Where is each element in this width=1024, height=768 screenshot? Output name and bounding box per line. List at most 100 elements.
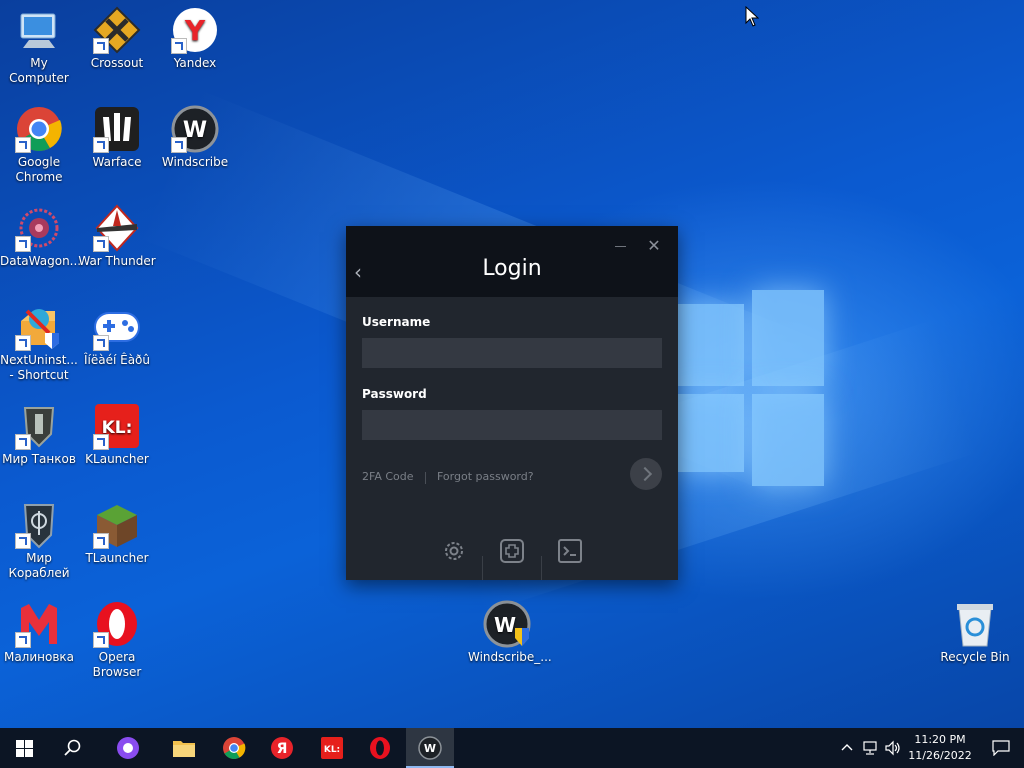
desktop-icon-war-thunder[interactable]: War Thunder [78,198,156,269]
alice-assistant-icon [117,737,139,759]
desktop-icon-label: Warface [92,155,142,169]
mouse-cursor-icon [745,6,759,27]
action-center-button[interactable] [978,728,1024,768]
network-icon [863,741,877,755]
folder-icon [173,741,195,757]
desktop-icon-label: Îíëàéí Êàðû [83,353,151,367]
shortcut-arrow-icon [93,533,109,549]
windows-logo-wallpaper [678,290,824,486]
taskbar-alice-assistant[interactable] [104,728,152,768]
desktop-icon-label: KLauncher [85,452,149,466]
desktop-icon-label: Crossout [90,56,144,70]
desktop-icon-label: Мир Кораблей [8,551,70,580]
window-title: Login [482,256,542,281]
minimize-button[interactable] [614,240,628,250]
clock[interactable]: 11:20 PM 11/26/2022 [898,732,982,764]
shortcut-arrow-icon [93,236,109,252]
terminal-console-icon[interactable] [557,538,583,564]
shortcut-arrow-icon [15,533,31,549]
opera-icon [370,737,390,759]
desktop-icon-malinovka[interactable]: Малиновка [0,594,78,665]
desktop-icon-label: Yandex [173,56,217,70]
shortcut-arrow-icon [93,632,109,648]
taskbar-google-chrome[interactable] [210,728,258,768]
network-tray-button[interactable] [860,728,882,768]
recycle-bin-icon [957,604,993,647]
desktop-icon-crossout[interactable]: Crossout [78,0,156,71]
computer-icon [20,13,56,48]
desktop-icon-google-chrome[interactable]: Google Chrome [0,99,78,185]
desktop-icon-nextuninstaller[interactable]: NextUninst... - Shortcut [0,297,78,383]
taskbar-yandex-browser[interactable]: Я [258,728,306,768]
clock-date: 11/26/2022 [908,749,972,762]
chevron-up-icon [841,744,853,751]
windscribe-icon: W [418,736,442,760]
desktop-icon-online-games[interactable]: Îíëàéí Êàðû [78,297,156,368]
svg-text:KL:: KL: [324,745,340,755]
close-button[interactable]: ✕ [646,238,662,254]
desktop-icon-recycle-bin[interactable]: Recycle Bin [936,594,1014,665]
forgot-password-link[interactable]: Forgot password? [437,470,534,483]
windows-start-icon [16,740,33,757]
taskbar-klauncher[interactable]: KL: [308,728,356,768]
shortcut-arrow-icon [15,335,31,351]
svg-text:Я: Я [277,741,288,757]
desktop-icon-label: Windscribe_... [468,650,552,664]
desktop-icon-label: Windscribe [161,155,229,169]
show-hidden-icons-button[interactable] [838,728,856,768]
shortcut-arrow-icon [93,137,109,153]
settings-gear-icon[interactable] [441,538,467,564]
desktop-icon-klauncher[interactable]: KL: KLauncher [78,396,156,467]
desktop-icon-label: Мир Танков [2,452,76,466]
taskbar-windscribe[interactable]: W [406,728,454,768]
desktop-icon-opera-browser[interactable]: Opera Browser [78,594,156,680]
desktop-icon-windscribe[interactable]: W Windscribe [156,99,234,170]
windscribe-login-window: ‹ Login ✕ Username Password 2FA Code For… [346,226,678,580]
desktop-icon-label: Opera Browser [92,650,142,679]
password-input[interactable] [362,410,662,440]
desktop-icon-mir-korabley[interactable]: Мир Кораблей [0,495,78,581]
shortcut-arrow-icon [171,38,187,54]
search-button[interactable] [48,728,96,768]
start-button[interactable] [0,728,48,768]
klauncher-icon: KL: [321,737,343,759]
svg-text:W: W [494,613,516,637]
shortcut-arrow-icon [15,434,31,450]
desktop-icon-label: Малиновка [3,650,75,664]
desktop-icon-label: DataWagon... [0,254,82,268]
desktop-icon-my-computer[interactable]: My Computer [0,0,78,86]
2fa-code-link[interactable]: 2FA Code [362,470,414,483]
desktop-icon-windscribe-installer[interactable]: W Windscribe_... [468,594,552,665]
taskbar: Я KL: W 11:20 PM 11/26/2022 [0,728,1024,768]
desktop-icon-yandex[interactable]: Y Yandex [156,0,234,71]
svg-text:W: W [424,742,436,755]
taskbar-opera[interactable] [356,728,404,768]
taskbar-file-explorer[interactable] [160,728,208,768]
desktop-icon-label: My Computer [9,56,69,85]
desktop-icon-datawagon[interactable]: DataWagon... [0,198,82,269]
username-input[interactable] [362,338,662,368]
desktop-icon-label: War Thunder [78,254,156,268]
shortcut-arrow-icon [93,38,109,54]
link-separator [425,472,426,484]
toolbar-divider [482,556,483,580]
shortcut-arrow-icon [93,434,109,450]
shortcut-arrow-icon [15,137,31,153]
desktop-icon-mir-tankov[interactable]: Мир Танков [0,396,78,467]
search-icon [64,739,81,756]
login-submit-button[interactable] [630,458,662,490]
shortcut-arrow-icon [93,335,109,351]
desktop-icon-warface[interactable]: Warface [78,99,156,170]
password-label: Password [362,387,427,401]
desktop-icon-tlauncher[interactable]: TLauncher [78,495,156,566]
windscribe-installer-icon: W [483,600,531,648]
shortcut-arrow-icon [171,137,187,153]
desktop-icon-label: Google Chrome [15,155,63,184]
chrome-icon [223,737,246,759]
username-label: Username [362,315,431,329]
desktop-icon-label: NextUninst... - Shortcut [0,353,78,382]
help-plus-icon[interactable] [499,538,525,564]
notifications-icon [992,740,1010,756]
desktop-icon-label: TLauncher [85,551,149,565]
clock-time: 11:20 PM [914,733,966,746]
